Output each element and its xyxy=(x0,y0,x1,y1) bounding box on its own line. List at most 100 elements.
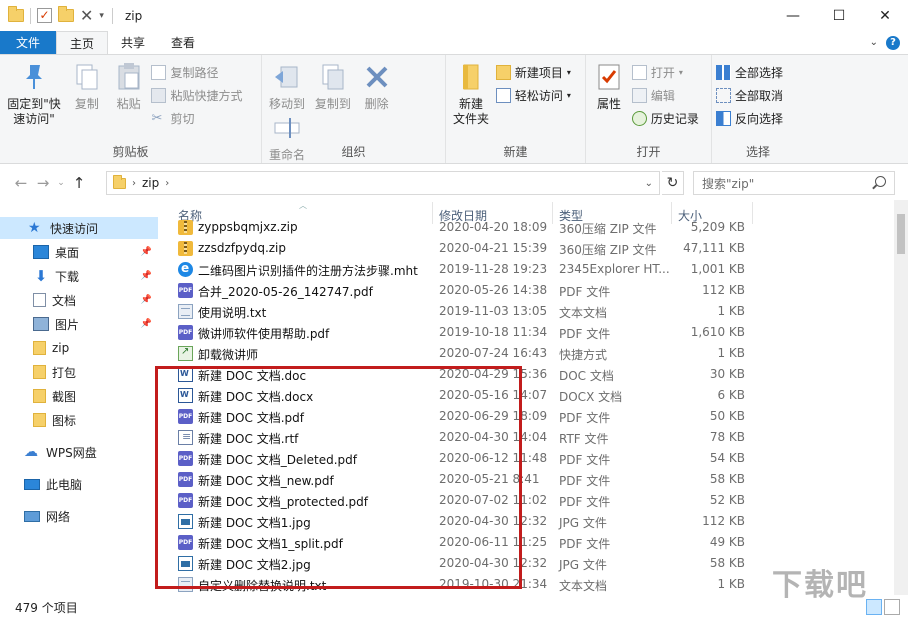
file-size: 112 KB xyxy=(702,514,745,528)
copy-button[interactable]: 复制 xyxy=(68,61,106,112)
easy-access-button[interactable]: 轻松访问 ▾ xyxy=(495,86,571,104)
tab-home[interactable]: 主页 xyxy=(56,31,109,54)
table-row[interactable]: PDF 新建 DOC 文档_Deleted.pdf 2020-06-12 11:48… xyxy=(176,448,770,469)
nav-item-pictures[interactable]: 图片 📌 xyxy=(0,313,158,335)
invert-selection-button[interactable]: 反向选择 xyxy=(716,109,783,127)
table-row[interactable]: PDF 新建 DOC 文档1_split.pdf 2020-06-11 11:25 P… xyxy=(176,532,770,553)
table-row[interactable]: 二维码图片识别插件的注册方法步骤.mht 2019-11-28 19:23 2345… xyxy=(176,259,770,280)
scrollbar-thumb[interactable] xyxy=(897,214,905,254)
select-all-button[interactable]: 全部选择 xyxy=(716,63,783,81)
scissors-icon: ✂ xyxy=(151,110,163,126)
file-name: 新建 DOC 文档_Deleted.pdf xyxy=(198,453,358,467)
file-name: 新建 DOC 文档.docx xyxy=(198,390,314,404)
pin-icon[interactable]: 📌 xyxy=(141,319,152,329)
up-arrow-icon[interactable]: ↑ xyxy=(68,174,90,192)
table-row[interactable]: zyppsbqmjxz.zip 2020-04-20 18:09 360压缩 ZIP… xyxy=(176,217,770,238)
nav-item-this-pc[interactable]: 此电脑 xyxy=(0,473,158,495)
copy-to-icon xyxy=(322,64,344,90)
tab-view[interactable]: 查看 xyxy=(158,31,208,54)
file-name: 新建 DOC 文档1_split.pdf xyxy=(198,537,343,551)
recent-dropdown-icon[interactable]: ⌄ xyxy=(54,178,68,188)
file-size: 1 KB xyxy=(717,346,745,360)
table-row[interactable]: 新建 DOC 文档.rtf 2020-04-30 14:04 RTF 文件 78 KB xyxy=(176,427,770,448)
address-dropdown-icon[interactable]: ⌄ xyxy=(645,178,653,189)
table-row[interactable]: 新建 DOC 文档.doc 2020-04-29 15:36 DOC 文档 30 KB xyxy=(176,364,770,385)
pin-quick-access-button[interactable]: 固定到"快 速访问" xyxy=(4,61,64,127)
collapse-ribbon-chevron-icon[interactable]: ⌄ xyxy=(870,37,878,48)
cut-button[interactable]: ✂ 剪切 xyxy=(151,109,242,127)
customize-qat-chevron-icon[interactable]: ▾ xyxy=(99,11,104,21)
details-view-icon[interactable] xyxy=(866,599,882,615)
table-row[interactable]: 卸载微讲师 2020-07-24 16:43 快捷方式 1 KB xyxy=(176,343,770,364)
breadcrumb-chevron-icon[interactable]: › xyxy=(165,178,169,189)
table-row[interactable]: zzsdzfpydq.zip 2020-04-21 15:39 360压缩 ZIP … xyxy=(176,238,770,259)
new-item-icon xyxy=(495,64,511,80)
history-button[interactable]: 历史记录 xyxy=(631,109,699,127)
nav-item-zip[interactable]: zip xyxy=(0,337,158,359)
refresh-button[interactable]: ↻ xyxy=(662,171,684,195)
maximize-button[interactable]: ☐ xyxy=(816,0,862,31)
table-row[interactable]: 新建 DOC 文档2.jpg 2020-04-30 12:32 JPG 文件 58 K… xyxy=(176,553,770,574)
move-to-label: 移动到 xyxy=(269,97,306,111)
new-item-button[interactable]: 新建项目 ▾ xyxy=(495,63,571,81)
table-row[interactable]: PDF 新建 DOC 文档_new.pdf 2020-05-21 8:41 PDF 文… xyxy=(176,469,770,490)
properties-qat-icon[interactable]: ✓ xyxy=(37,8,52,23)
nav-item-wps-cloud[interactable]: ☁ WPS网盘 xyxy=(0,441,158,463)
help-icon[interactable]: ? xyxy=(886,35,900,50)
tab-file[interactable]: 文件 xyxy=(0,31,57,54)
new-folder-button[interactable]: 新建 文件夹 xyxy=(450,61,492,127)
nav-item-icons[interactable]: 图标 xyxy=(0,409,158,431)
paste-button[interactable]: 粘贴 xyxy=(110,61,148,112)
table-row[interactable]: PDF 新建 DOC 文档.pdf 2020-06-29 18:09 PDF 文件 50… xyxy=(176,406,770,427)
properties-icon xyxy=(598,64,620,90)
table-row[interactable]: 新建 DOC 文档1.jpg 2020-04-30 12:32 JPG 文件 112 … xyxy=(176,511,770,532)
table-row[interactable]: 自定义删除替换说明.txt 2019-10-30 21:34 文本文档 1 KB xyxy=(176,574,770,595)
forward-arrow-icon[interactable]: → xyxy=(32,174,54,192)
file-type: JPG 文件 xyxy=(559,516,607,530)
nav-item-screenshots[interactable]: 截图 xyxy=(0,385,158,407)
easy-access-label: 轻松访问 xyxy=(514,88,563,103)
close-button[interactable]: ✕ xyxy=(862,0,908,31)
delete-qat-icon[interactable]: ✕ xyxy=(80,6,93,25)
table-row[interactable]: 新建 DOC 文档.docx 2020-05-16 14:07 DOCX 文档 6 K… xyxy=(176,385,770,406)
delete-button[interactable]: 删除 xyxy=(358,61,396,112)
nav-item-quick-access[interactable]: ★ 快速访问 xyxy=(0,217,158,239)
minimize-button[interactable]: — xyxy=(770,0,816,31)
table-row[interactable]: PDF 新建 DOC 文档_protected.pdf 2020-07-02 11:… xyxy=(176,490,770,511)
edit-button[interactable]: 编辑 xyxy=(631,86,699,104)
move-to-button[interactable]: 移动到 xyxy=(266,61,308,112)
nav-item-desktop[interactable]: 桌面 📌 xyxy=(0,241,158,263)
paste-shortcut-button[interactable]: 粘贴快捷方式 xyxy=(151,86,243,104)
nav-item-documents[interactable]: 文档 📌 xyxy=(0,289,158,311)
breadcrumb-current[interactable]: zip xyxy=(142,176,159,190)
new-folder-qat-icon[interactable] xyxy=(58,6,74,22)
select-none-button[interactable]: 全部取消 xyxy=(716,86,783,104)
address-bar[interactable]: › zip › ⌄ xyxy=(106,171,660,195)
properties-button[interactable]: 属性 xyxy=(590,61,628,112)
new-item-dropdown-icon: ▾ xyxy=(566,67,571,77)
view-buttons xyxy=(866,599,900,615)
file-name: 卸载微讲师 xyxy=(198,348,259,362)
select-small-buttons: 全部选择 全部取消 反向选择 xyxy=(716,61,783,127)
nav-item-downloads[interactable]: ⬇ 下载 📌 xyxy=(0,265,158,287)
file-size: 50 KB xyxy=(709,409,745,423)
large-icons-view-icon[interactable] xyxy=(884,599,900,615)
copy-to-button[interactable]: 复制到 xyxy=(312,61,354,112)
search-box[interactable]: 搜索"zip" xyxy=(693,171,895,195)
pdf-file-icon: PDF xyxy=(178,535,193,550)
vertical-scrollbar[interactable] xyxy=(894,200,908,595)
back-arrow-icon[interactable]: ← xyxy=(10,174,32,192)
pin-icon[interactable]: 📌 xyxy=(141,295,152,305)
nav-item-network[interactable]: 网络 xyxy=(0,505,158,527)
pin-icon[interactable]: 📌 xyxy=(141,271,152,281)
pin-icon[interactable]: 📌 xyxy=(141,247,152,257)
copy-path-button[interactable]: 复制路径 xyxy=(151,63,242,81)
table-row[interactable]: PDF 合并_2020-05-26_142747.pdf 2020-05-26 14… xyxy=(176,280,770,301)
table-row[interactable]: 使用说明.txt 2019-11-03 13:05 文本文档 1 KB xyxy=(176,301,770,322)
file-type: 快捷方式 xyxy=(559,348,608,362)
open-button[interactable]: 打开 ▾ xyxy=(631,63,699,81)
nav-item-pack[interactable]: 打包 xyxy=(0,361,158,383)
new-folder-icon xyxy=(463,64,479,90)
tab-share[interactable]: 共享 xyxy=(108,31,158,54)
table-row[interactable]: PDF 微讲师软件使用帮助.pdf 2019-10-18 11:34 PDF 文件 1,… xyxy=(176,322,770,343)
